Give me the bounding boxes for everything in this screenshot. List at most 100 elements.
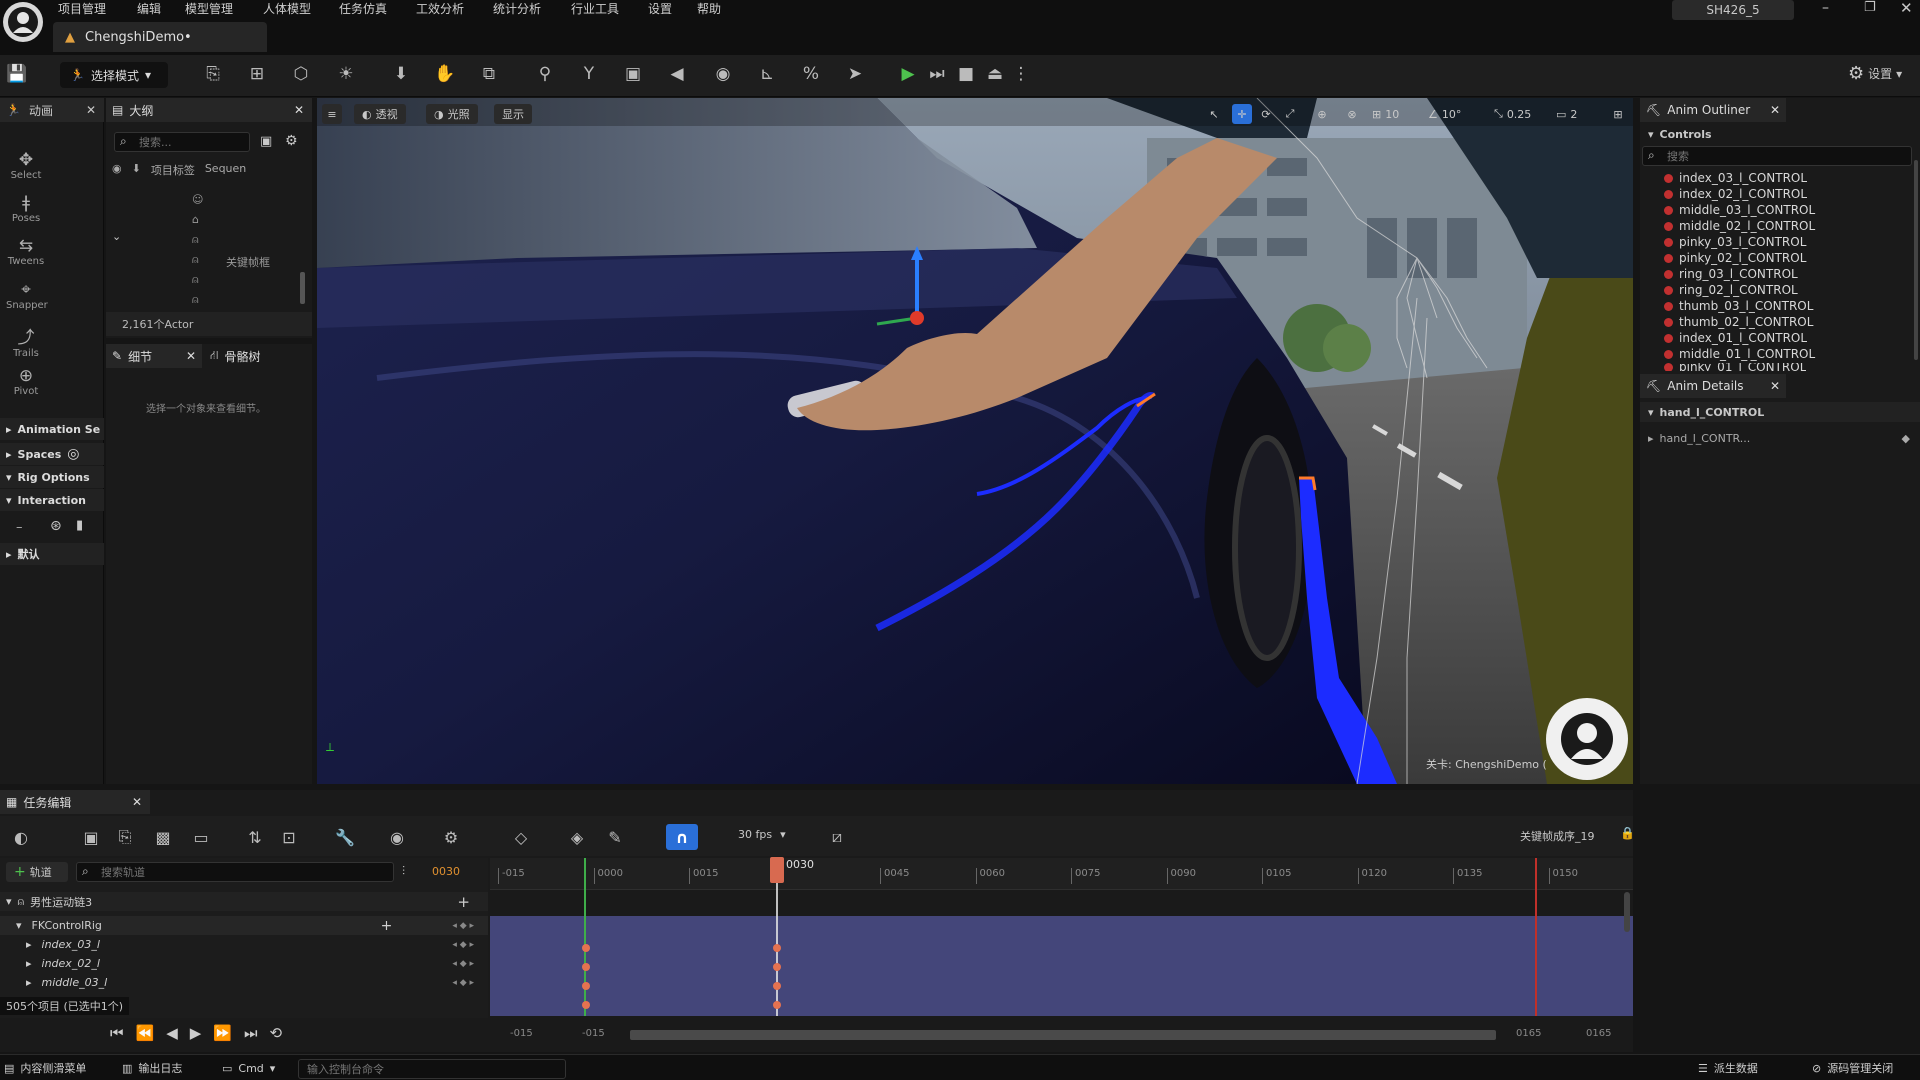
keyframe[interactable] xyxy=(582,982,590,990)
close-icon[interactable]: ✕ xyxy=(1770,103,1780,117)
sound-icon[interactable]: ◀ xyxy=(666,63,688,85)
more-vert-icon[interactable]: ⋮ xyxy=(1010,63,1032,85)
record-icon[interactable]: ◉ xyxy=(712,63,734,85)
light-icon[interactable]: ☀ xyxy=(335,63,357,85)
fps-selector[interactable]: 30 fps ▾ xyxy=(738,828,786,841)
column-type[interactable]: Sequen xyxy=(205,162,246,178)
control-item[interactable]: ring_02_l_CONTROL xyxy=(1664,283,1798,297)
branch-icon[interactable]: Y xyxy=(578,63,600,85)
keyframe[interactable] xyxy=(773,963,781,971)
range-end-outer[interactable]: 0165 xyxy=(1586,1028,1611,1039)
prev-frame-icon[interactable]: ◀ xyxy=(166,1024,178,1042)
control-item[interactable]: thumb_02_l_CONTROL xyxy=(1664,315,1813,329)
gear-icon[interactable]: ⚙ xyxy=(285,133,298,149)
control-item[interactable]: thumb_03_l_CONTROL xyxy=(1664,299,1813,313)
lit-button[interactable]: ◑ 光照 xyxy=(426,104,478,124)
control-item[interactable]: index_01_l_CONTROL xyxy=(1664,331,1807,345)
menu-model[interactable]: 模型管理 xyxy=(185,0,233,17)
tool-trails[interactable]: ⤴ Trails xyxy=(0,323,104,359)
eject-icon[interactable]: ⏏ xyxy=(984,63,1006,85)
scrollbar[interactable] xyxy=(300,272,305,304)
playhead-handle[interactable] xyxy=(770,857,784,883)
category-animation-settings[interactable]: ▸ Animation Se xyxy=(0,418,104,440)
pen-icon[interactable]: ✎ xyxy=(604,826,626,848)
control-item[interactable]: ring_03_l_CONTROL xyxy=(1664,267,1798,281)
playback-end-marker[interactable] xyxy=(1535,858,1537,1016)
app-logo[interactable] xyxy=(3,2,43,42)
anim-details-row[interactable]: ▸ hand_l_CONTR... ◆ xyxy=(1640,428,1920,448)
close-icon[interactable]: ✕ xyxy=(1770,379,1780,393)
gear-icon[interactable]: ⚙ xyxy=(440,826,462,848)
tab-anim-details[interactable]: ⛏ Anim Details ✕ xyxy=(1640,374,1786,398)
category-default[interactable]: ▸ 默认 xyxy=(0,543,104,565)
snapshot-icon[interactable]: ⊡ xyxy=(278,826,300,848)
cmd-selector[interactable]: ▭ Cmd ▾ xyxy=(222,1058,275,1078)
move-mode-icon[interactable]: ✛ xyxy=(1232,104,1252,124)
menu-project[interactable]: 项目管理 xyxy=(58,0,106,17)
key-nav-icon[interactable]: ◂ ◆ ▸ xyxy=(452,940,474,950)
control-item[interactable]: pinky_03_l_CONTROL xyxy=(1664,235,1806,249)
content-drawer-button[interactable]: ▤ 内容侧滑菜单 xyxy=(4,1058,86,1078)
measure-icon[interactable]: ⊾ xyxy=(756,63,778,85)
column-label[interactable]: 项目标签 xyxy=(151,162,195,178)
tab-bone-tree[interactable]: ⛙ 骨骼树 xyxy=(204,344,304,368)
play-icon[interactable]: ▶ xyxy=(190,1024,202,1042)
world-icon[interactable]: ◐ xyxy=(10,826,32,848)
timeline-scrollbar[interactable] xyxy=(630,1030,1496,1040)
tool-poses[interactable]: ǂ Poses xyxy=(0,193,104,224)
menu-stats[interactable]: 统计分析 xyxy=(493,0,541,17)
keyframe[interactable] xyxy=(582,963,590,971)
lock-icon[interactable]: ⬇ xyxy=(132,162,141,178)
control-item[interactable]: pinky_01_l_CONTROL xyxy=(1664,363,1806,371)
loop-icon[interactable]: ⟲ xyxy=(270,1024,283,1042)
save-icon[interactable]: ▣ xyxy=(80,826,102,848)
menu-human[interactable]: 人体模型 xyxy=(263,0,311,17)
track-row[interactable]: ▸ middle_03_l ◂ ◆ ▸ xyxy=(0,973,488,992)
output-log-button[interactable]: ▥ 输出日志 xyxy=(122,1058,182,1078)
filter-icon[interactable]: ⫶ xyxy=(402,864,405,879)
menu-edit[interactable]: 编辑 xyxy=(137,0,161,17)
grid-snap-button[interactable]: ⊞ 10 xyxy=(1372,104,1399,124)
key-nav-icon[interactable]: ◂ ◆ ▸ xyxy=(452,978,474,988)
next-frame-icon[interactable]: ⏩ xyxy=(213,1024,232,1042)
jump-start-icon[interactable]: ⏮ xyxy=(110,1024,124,1042)
surface-snap-icon[interactable]: ⊗ xyxy=(1342,104,1362,124)
control-item[interactable]: middle_01_l_CONTROL xyxy=(1664,347,1815,361)
close-icon[interactable]: ✕ xyxy=(132,795,142,809)
target-icon[interactable]: ◎ xyxy=(67,446,79,462)
eye-icon[interactable]: ◉ xyxy=(112,162,122,178)
camera-icon[interactable]: ▭ xyxy=(190,826,212,848)
pin-icon[interactable]: ▮ xyxy=(76,518,83,533)
control-item[interactable]: index_03_l_CONTROL xyxy=(1664,171,1807,185)
gizmo-toggle-icon[interactable]: ⊛ xyxy=(50,518,62,534)
keyframe[interactable] xyxy=(773,1001,781,1009)
level-viewport[interactable] xyxy=(317,98,1633,784)
controls-section[interactable]: ▾ Controls xyxy=(1640,124,1920,144)
cube-icon[interactable]: ⬡ xyxy=(290,63,312,85)
scale-mode-icon[interactable]: ⤢ xyxy=(1280,104,1300,124)
control-item[interactable]: middle_03_l_CONTROL xyxy=(1664,203,1815,217)
outliner-search-input[interactable] xyxy=(114,132,250,152)
range-start-outer[interactable]: -015 xyxy=(510,1028,533,1039)
keyframe[interactable] xyxy=(582,944,590,952)
current-frame-field[interactable]: 0030 xyxy=(432,865,460,878)
jump-end-icon[interactable]: ⏭ xyxy=(244,1024,258,1042)
rig-track-row[interactable]: ▾ FKControlRig + ◂ ◆ ▸ xyxy=(0,916,488,935)
select-mode-icon[interactable]: ↖ xyxy=(1204,104,1224,124)
tab-outliner[interactable]: ▤ 大纲 ✕ xyxy=(106,98,312,122)
world-space-icon[interactable]: ⊕ xyxy=(1312,104,1332,124)
menu-settings[interactable]: 设置 xyxy=(648,0,672,17)
tab-animation[interactable]: 🏃 动画 ✕ xyxy=(0,98,104,122)
play-icon[interactable]: ▶ xyxy=(897,63,919,85)
lock-icon[interactable]: 🔒 xyxy=(1620,826,1635,840)
track-row[interactable]: ▸ index_02_l ◂ ◆ ▸ xyxy=(0,954,488,973)
tool-select[interactable]: ✥ Select xyxy=(0,150,104,181)
perspective-button[interactable]: ◐ 透视 xyxy=(354,104,406,124)
derived-data-button[interactable]: ☰ 派生数据 xyxy=(1698,1058,1758,1078)
tool-pivot[interactable]: ⊕ Pivot xyxy=(0,366,104,397)
category-rig-options[interactable]: ▾ Rig Options xyxy=(0,466,104,488)
hand-icon[interactable]: ✋ xyxy=(434,63,456,85)
control-item[interactable]: pinky_02_l_CONTROL xyxy=(1664,251,1806,265)
tool-snapper[interactable]: ⌖ Snapper xyxy=(0,280,104,311)
scrollbar[interactable] xyxy=(1624,892,1630,932)
